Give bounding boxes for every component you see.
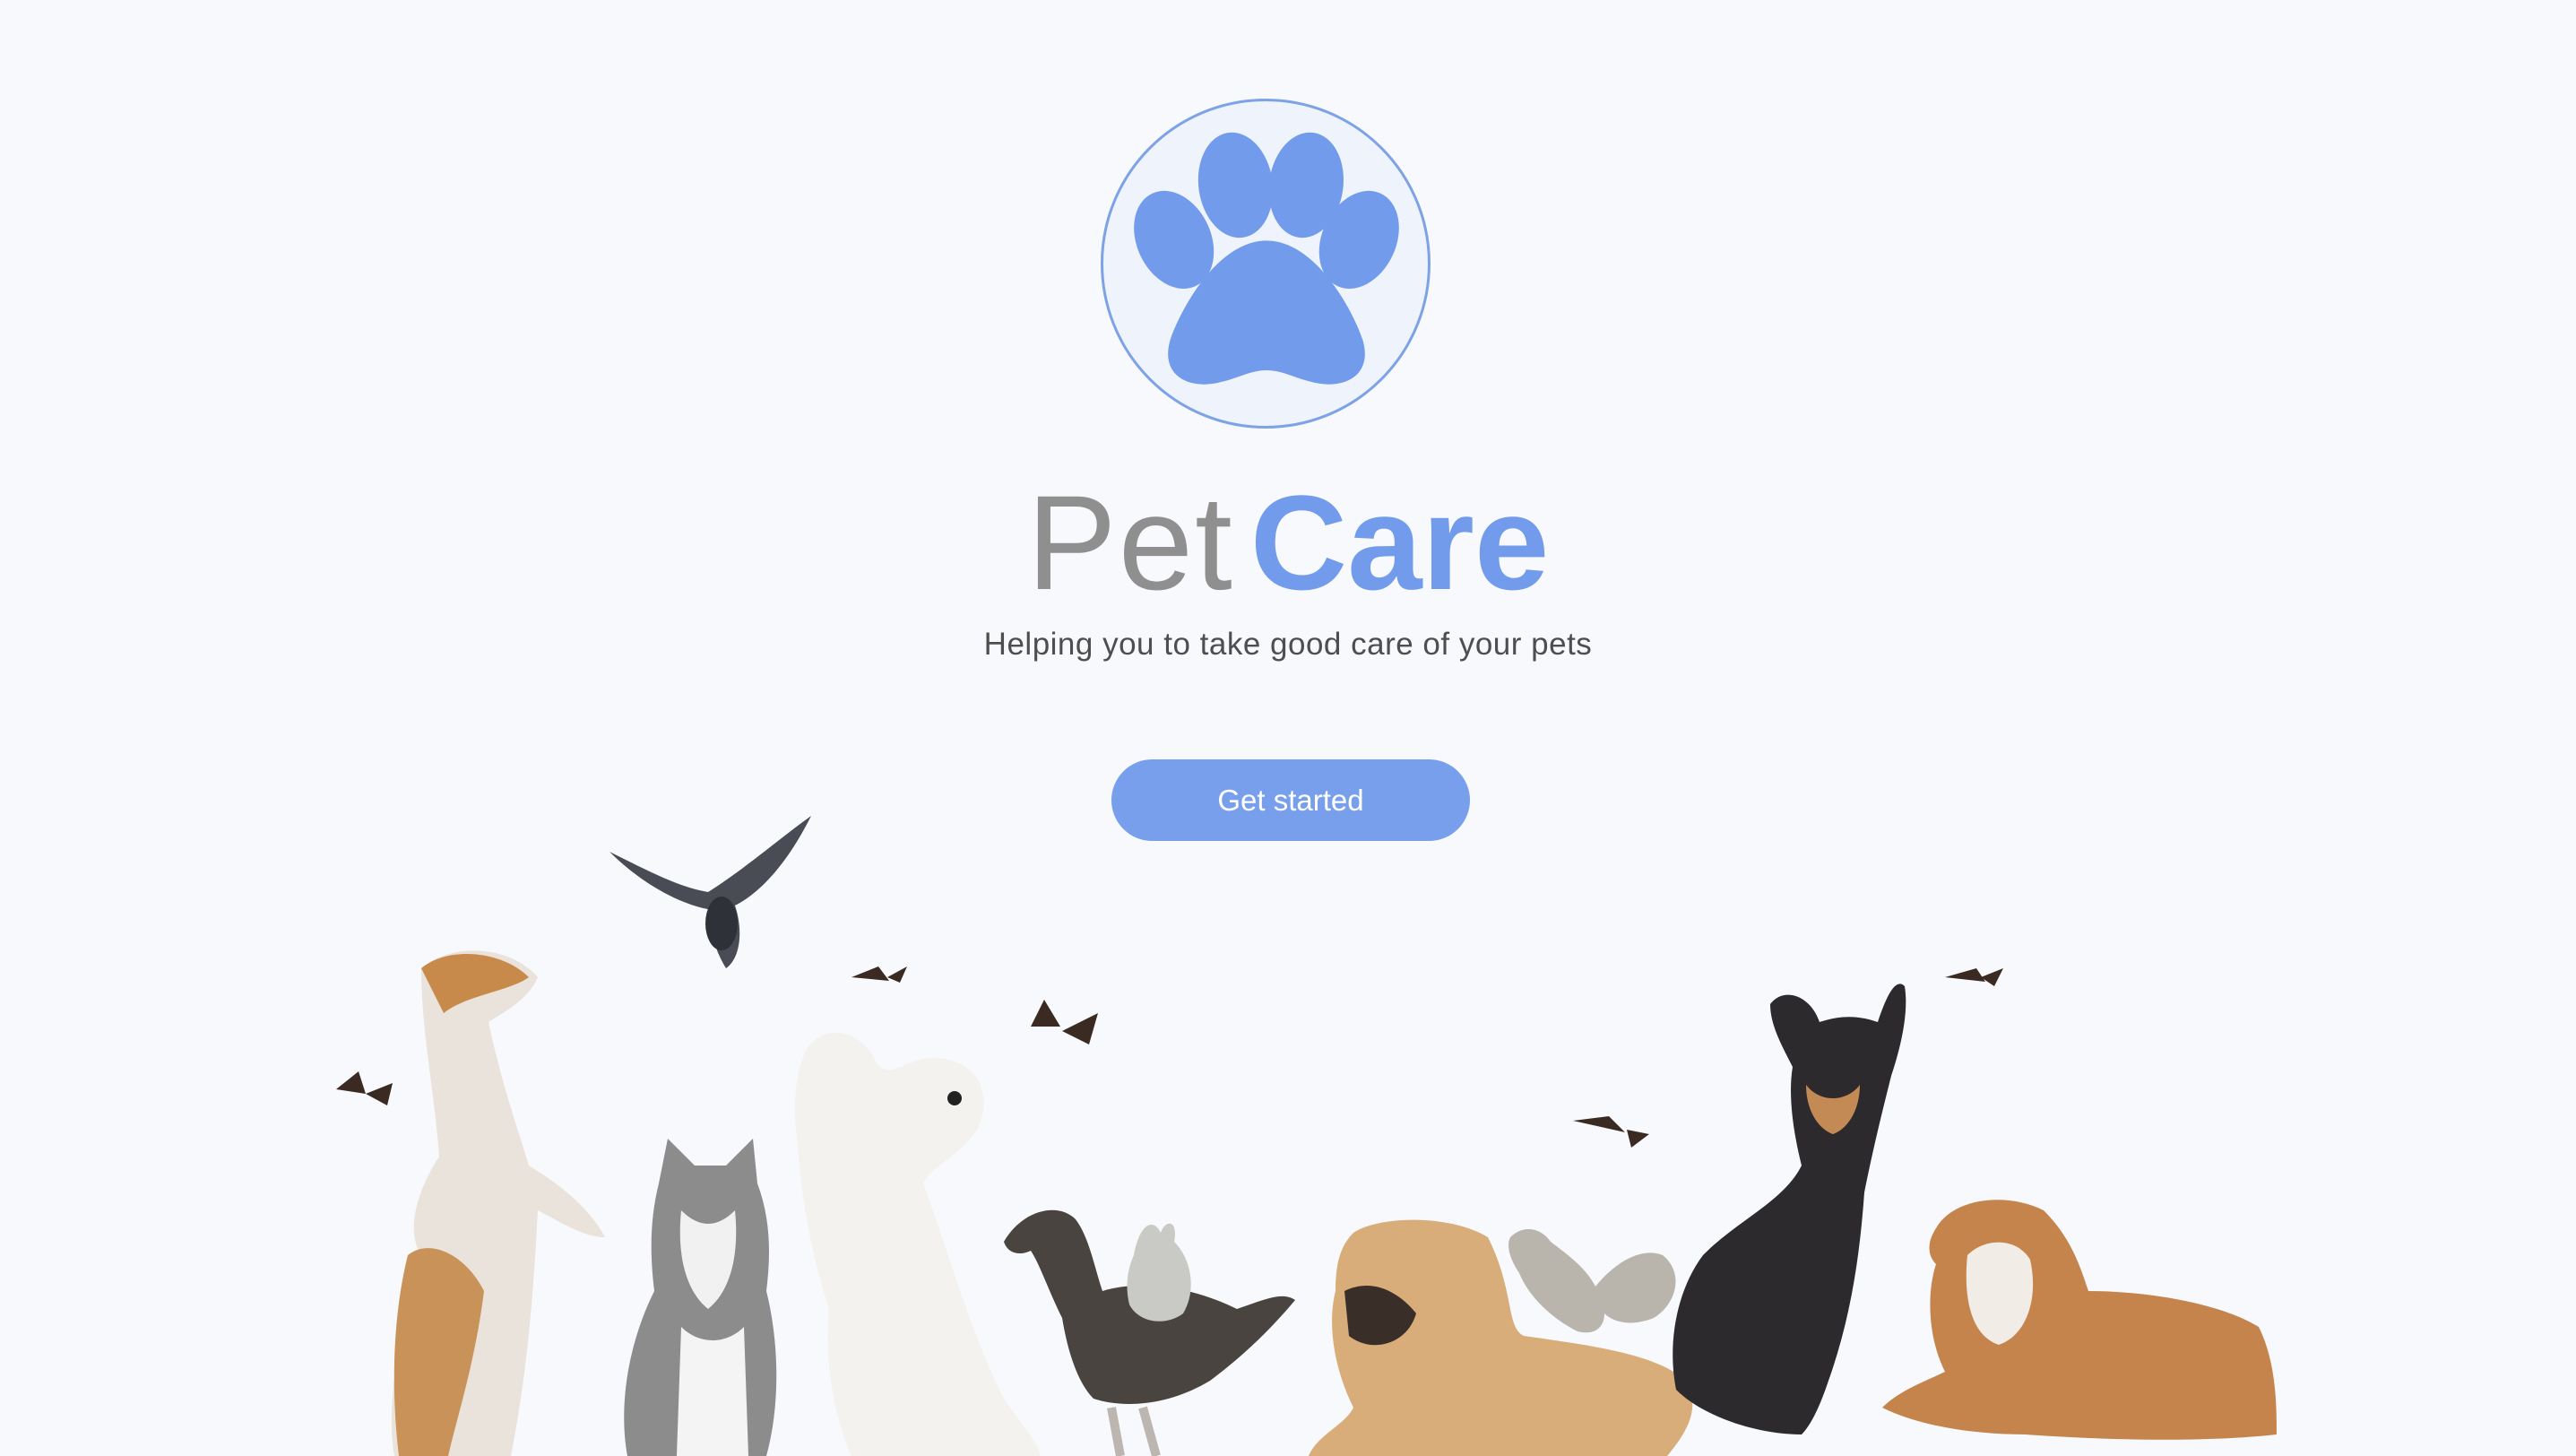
pets-group-image xyxy=(336,816,2277,1456)
brand-name-bold: Care xyxy=(1249,467,1550,618)
pug-image xyxy=(1309,1219,1693,1456)
dog-standing-image xyxy=(391,950,605,1456)
tagline: Helping you to take good care of your pe… xyxy=(983,627,1593,662)
rabbit-image xyxy=(1127,1223,1191,1322)
landing-page: Pet Care Helping you to take good care of… xyxy=(0,0,2576,1456)
terrier-image xyxy=(795,1032,1040,1456)
pigeon-image xyxy=(609,816,811,968)
chihuahua-image xyxy=(1673,984,1906,1434)
cat-image xyxy=(624,1139,777,1456)
brand-name-light: Pet xyxy=(1026,467,1234,618)
butterfly-image xyxy=(336,966,2003,1148)
brand-title: Pet Care xyxy=(0,462,2576,623)
paw-icon xyxy=(1134,132,1399,385)
pets-illustration xyxy=(0,789,2576,1456)
beagle-image xyxy=(1882,1200,2277,1440)
squirrel-image xyxy=(1508,1228,1676,1333)
logo xyxy=(1101,99,1431,429)
